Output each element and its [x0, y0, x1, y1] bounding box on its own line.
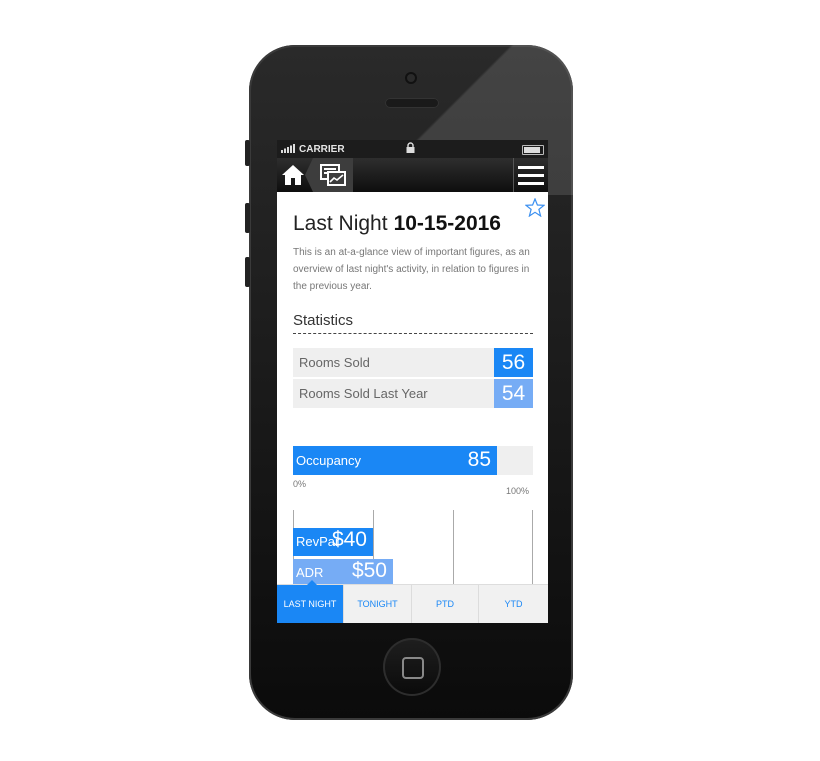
title-date: 10-15-2016 — [393, 212, 501, 235]
earpiece-speaker — [385, 98, 439, 108]
mute-switch — [245, 140, 250, 166]
chart-gridline — [453, 510, 454, 590]
top-nav-bar — [277, 158, 548, 192]
chart-gridline — [532, 510, 533, 590]
front-camera — [405, 72, 417, 84]
volume-up-button — [245, 203, 250, 233]
signal-bars-icon — [281, 144, 297, 156]
star-outline-icon[interactable] — [524, 197, 546, 222]
rates-chart: RevPar $40 ADR $50 — [293, 510, 533, 590]
stat-row-rooms-sold-last-year: Rooms Sold Last Year 54 — [293, 379, 533, 408]
stat-row-rooms-sold: Rooms Sold 56 — [293, 348, 533, 377]
tab-tonight[interactable]: TONIGHT — [344, 585, 412, 623]
title-text: Last Night — [293, 212, 388, 235]
reports-icon — [320, 164, 346, 186]
carrier-name: CARRIER — [299, 144, 345, 155]
battery-icon — [522, 145, 544, 155]
adr-value: $50 — [351, 559, 387, 582]
revpar-value: $40 — [331, 528, 367, 551]
app-screen: CARRIER Last Night 10-15-2016 This is an … — [277, 140, 548, 623]
page-description: This is an at-a-glance view of important… — [293, 247, 530, 292]
nav-reports-button[interactable] — [313, 158, 353, 192]
tab-last-night[interactable]: LAST NIGHT — [277, 580, 344, 623]
statistics-divider — [293, 333, 533, 334]
occupancy-label: Occupancy — [296, 453, 362, 468]
occupancy-max-label: 100% — [506, 486, 530, 496]
adr-label: ADR — [296, 565, 324, 580]
stat-value: 56 — [494, 348, 533, 377]
home-icon — [282, 165, 304, 185]
home-button-square-icon — [402, 657, 424, 679]
volume-down-button — [245, 257, 250, 287]
hamburger-menu-icon[interactable] — [513, 158, 548, 192]
bottom-tab-bar: LAST NIGHT TONIGHT PTD YTD — [277, 580, 548, 623]
revpar-bar: RevPar $40 — [293, 528, 373, 556]
page-title: Last Night 10-15-2016 — [293, 212, 501, 236]
lock-icon — [406, 142, 415, 156]
status-bar: CARRIER — [277, 140, 548, 158]
main-content: Last Night 10-15-2016 This is an at-a-gla… — [277, 192, 548, 590]
stat-label: Rooms Sold — [299, 355, 370, 370]
hardware-home-button[interactable] — [383, 638, 441, 696]
stat-label: Rooms Sold Last Year — [299, 386, 428, 401]
occupancy-min-label: 0% — [293, 479, 307, 489]
stat-value: 54 — [494, 379, 533, 408]
occupancy-bar: Occupancy 85 — [293, 446, 497, 475]
tab-ptd[interactable]: PTD — [412, 585, 479, 623]
statistics-heading: Statistics — [293, 312, 354, 329]
occupancy-value: 85 — [467, 448, 491, 471]
occupancy-track: Occupancy 85 — [293, 446, 533, 475]
tab-ytd[interactable]: YTD — [479, 585, 548, 623]
